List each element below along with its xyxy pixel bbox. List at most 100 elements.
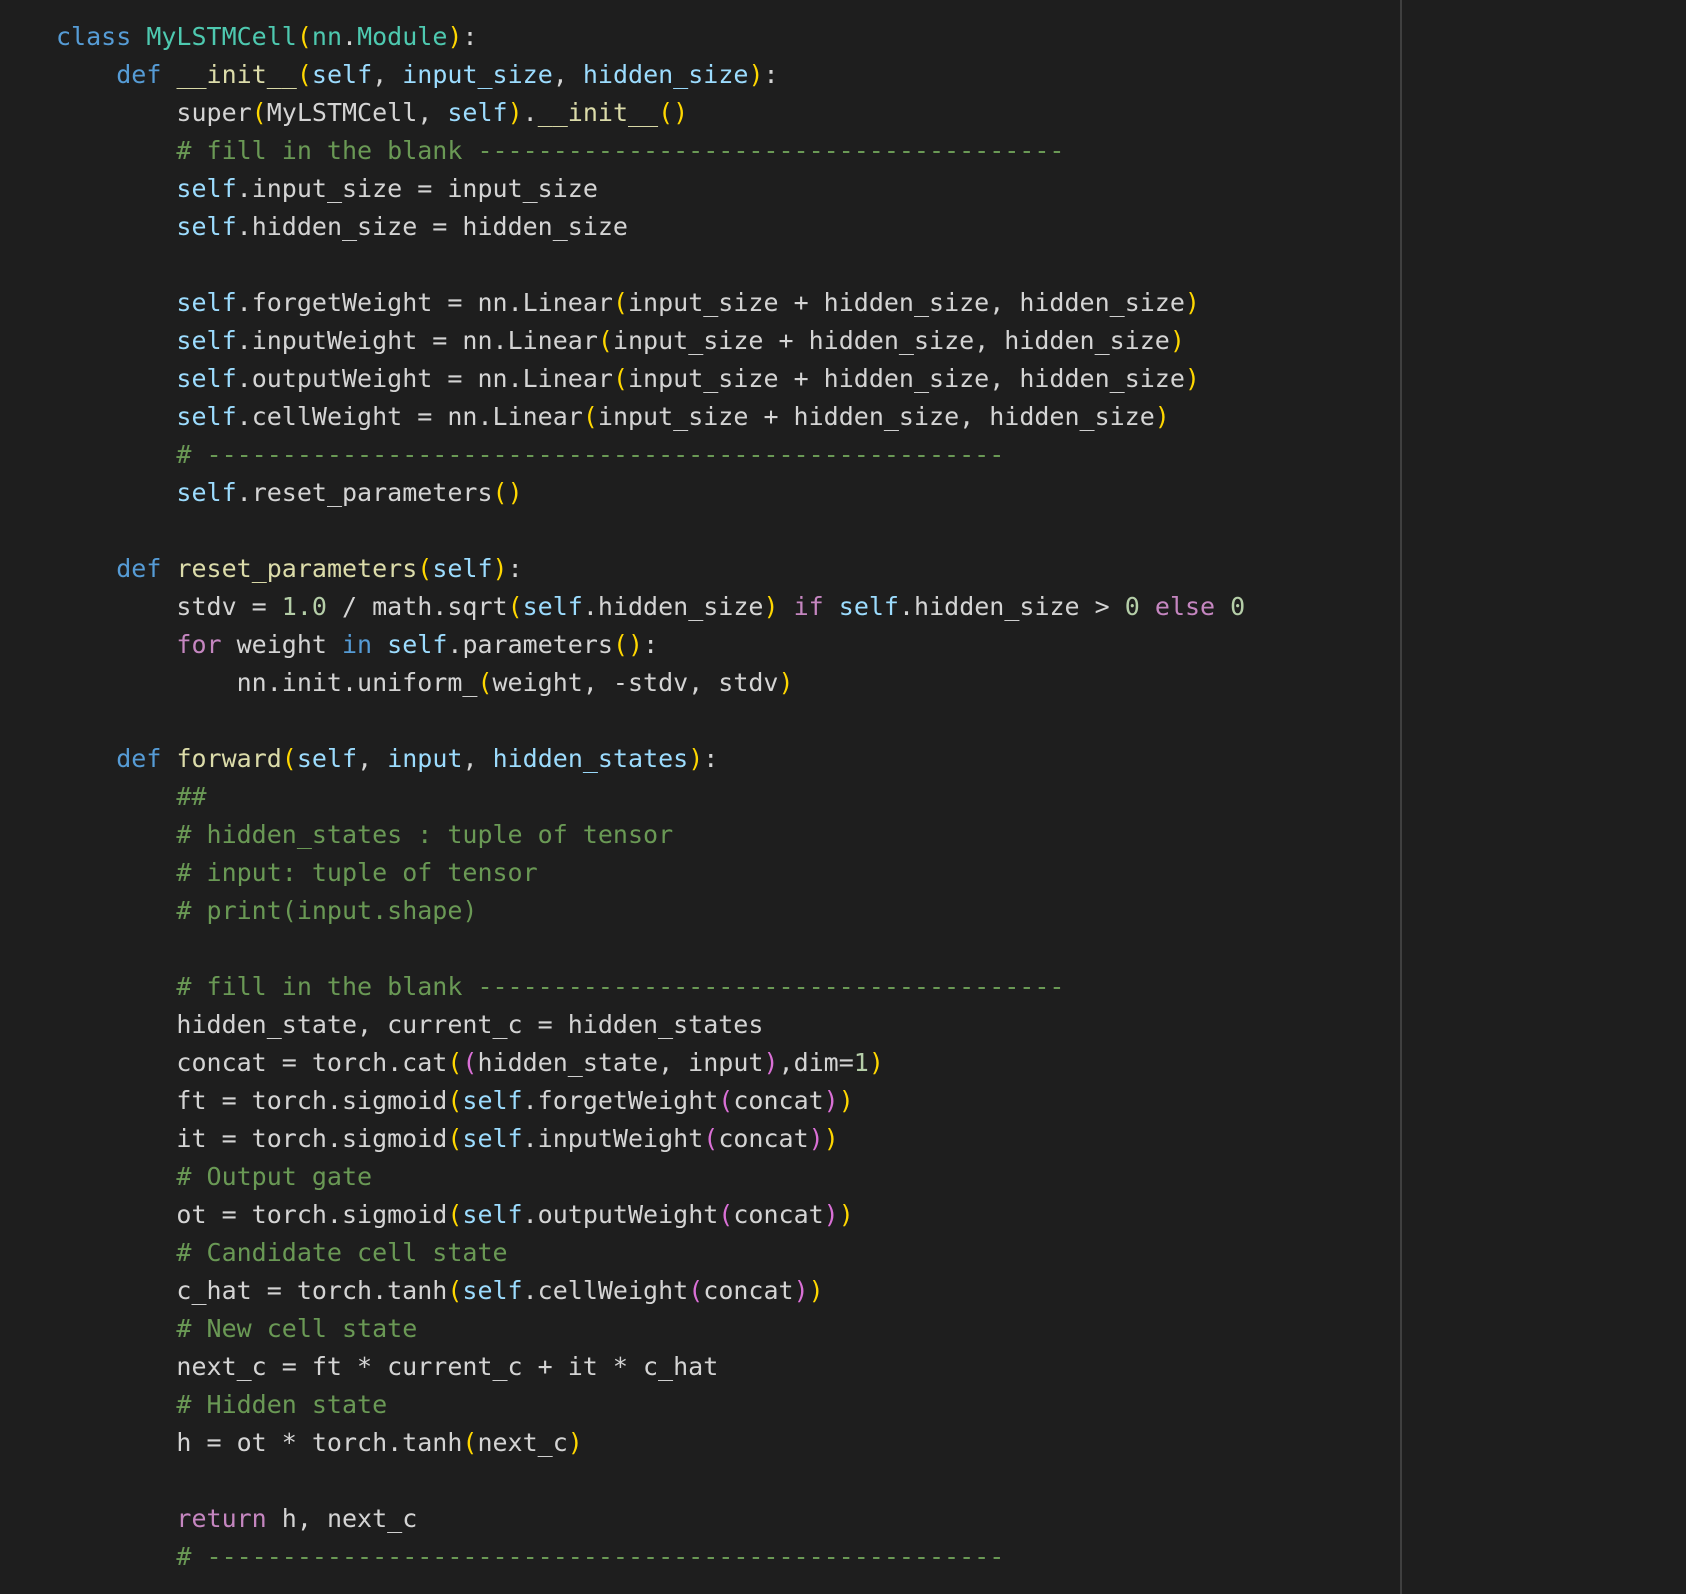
code-line[interactable] [56, 930, 1245, 968]
code-token: self [176, 478, 237, 507]
code-line[interactable]: # print(input.shape) [56, 892, 1245, 930]
editor-ruler [1400, 0, 1402, 1594]
code-line[interactable]: # --------------------------------------… [56, 1538, 1245, 1576]
code-line[interactable]: self.reset_parameters() [56, 474, 1245, 512]
code-line[interactable]: self.outputWeight = nn.Linear(input_size… [56, 360, 1245, 398]
code-token: if [793, 592, 824, 621]
code-line[interactable]: ## [56, 778, 1245, 816]
code-line[interactable]: # input: tuple of tensor [56, 854, 1245, 892]
code-token: 1.0 [281, 592, 327, 621]
code-line[interactable]: self.hidden_size = hidden_size [56, 208, 1245, 246]
code-token: ) [1154, 402, 1170, 431]
code-token: self [462, 1276, 523, 1305]
code-token: Module [357, 22, 448, 51]
code-token: next_c [477, 1428, 568, 1457]
code-token: ) [808, 1124, 824, 1153]
code-token: concat [703, 1276, 794, 1305]
code-line[interactable]: self.forgetWeight = nn.Linear(input_size… [56, 284, 1245, 322]
code-token: next_c = ft * current_c + it * c_hat [56, 1352, 719, 1381]
code-line[interactable]: ft = torch.sigmoid(self.forgetWeight(con… [56, 1082, 1245, 1120]
code-token: ) [778, 668, 794, 697]
code-token: ft = torch.sigmoid [56, 1086, 448, 1115]
code-token: concat [733, 1086, 824, 1115]
code-token: .cellWeight = nn.Linear [236, 402, 583, 431]
code-line[interactable]: self.cellWeight = nn.Linear(input_size +… [56, 398, 1245, 436]
code-token: ( [582, 402, 598, 431]
code-line[interactable]: super(MyLSTMCell, self).__init__() [56, 94, 1245, 132]
code-token: () [612, 630, 644, 659]
code-line[interactable]: # hidden_states : tuple of tensor [56, 816, 1245, 854]
code-line[interactable]: def reset_parameters(self): [56, 550, 1245, 588]
code-token: ( [688, 1276, 704, 1305]
code-line[interactable]: ot = torch.sigmoid(self.outputWeight(con… [56, 1196, 1245, 1234]
code-line[interactable]: nn.init.uniform_(weight, -stdv, stdv) [56, 664, 1245, 702]
code-token: # input: tuple of tensor [176, 858, 538, 887]
code-token: ( [703, 1124, 719, 1153]
code-line[interactable]: class MyLSTMCell(nn.Module): [56, 18, 1245, 56]
code-line[interactable]: c_hat = torch.tanh(self.cellWeight(conca… [56, 1272, 1245, 1310]
code-token: ( [447, 1086, 463, 1115]
code-token: ( [612, 364, 628, 393]
code-line[interactable]: self.input_size = input_size [56, 170, 1245, 208]
code-line[interactable]: stdv = 1.0 / math.sqrt(self.hidden_size)… [56, 588, 1245, 626]
code-token: () [492, 478, 523, 507]
code-line[interactable]: next_c = ft * current_c + it * c_hat [56, 1348, 1245, 1386]
code-token: # New cell state [176, 1314, 418, 1343]
code-line[interactable]: # New cell state [56, 1310, 1245, 1348]
code-line[interactable]: h = ot * torch.tanh(next_c) [56, 1424, 1245, 1462]
code-token: super [56, 98, 252, 127]
code-line[interactable] [56, 702, 1245, 740]
code-line[interactable] [56, 246, 1245, 284]
code-editor[interactable]: class MyLSTMCell(nn.Module): def __init_… [0, 0, 1686, 1594]
code-token: self [311, 60, 373, 89]
code-line[interactable]: return h, next_c [56, 1500, 1245, 1538]
code-token: ( [281, 744, 297, 773]
code-line[interactable]: # Hidden state [56, 1386, 1245, 1424]
code-token: .forgetWeight = nn.Linear [236, 288, 613, 317]
code-token: ( [597, 326, 613, 355]
code-token: ) [507, 98, 523, 127]
code-line[interactable] [56, 512, 1245, 550]
code-token: .input_size = input_size [236, 174, 598, 203]
code-line[interactable]: # fill in the blank --------------------… [56, 132, 1245, 170]
code-token: .hidden_size > [898, 592, 1125, 621]
code-line[interactable] [56, 1462, 1245, 1500]
code-token: # Candidate cell state [176, 1238, 508, 1267]
code-token: ( [462, 1428, 478, 1457]
code-token: ) [823, 1124, 839, 1153]
code-line[interactable]: # Candidate cell state [56, 1234, 1245, 1272]
code-line[interactable]: self.inputWeight = nn.Linear(input_size … [56, 322, 1245, 360]
code-token: for [176, 630, 222, 659]
code-token: : [763, 60, 779, 89]
code-line[interactable]: it = torch.sigmoid(self.inputWeight(conc… [56, 1120, 1245, 1158]
code-line[interactable]: for weight in self.parameters(): [56, 626, 1245, 664]
code-token: : [462, 22, 478, 51]
code-line[interactable]: # fill in the blank --------------------… [56, 968, 1245, 1006]
code-line[interactable]: # Output gate [56, 1158, 1245, 1196]
code-token: ) [492, 554, 508, 583]
code-line[interactable]: concat = torch.cat((hidden_state, input)… [56, 1044, 1245, 1082]
code-token: ( [447, 1124, 463, 1153]
code-token: else [1154, 592, 1216, 621]
code-token: ) [1184, 364, 1200, 393]
code-token: hidden_state, current_c = hidden_states [56, 1010, 764, 1039]
code-line[interactable]: def forward(self, input, hidden_states): [56, 740, 1245, 778]
code-area[interactable]: class MyLSTMCell(nn.Module): def __init_… [56, 18, 1245, 1576]
code-line[interactable]: # --------------------------------------… [56, 436, 1245, 474]
code-token: # --------------------------------------… [176, 1542, 1005, 1571]
code-token: # Output gate [176, 1162, 373, 1191]
code-token: forward [176, 744, 282, 773]
code-line[interactable]: def __init__(self, input_size, hidden_si… [56, 56, 1245, 94]
code-token: hidden_state, input [477, 1048, 764, 1077]
code-line[interactable]: hidden_state, current_c = hidden_states [56, 1006, 1245, 1044]
code-token: self [296, 744, 358, 773]
